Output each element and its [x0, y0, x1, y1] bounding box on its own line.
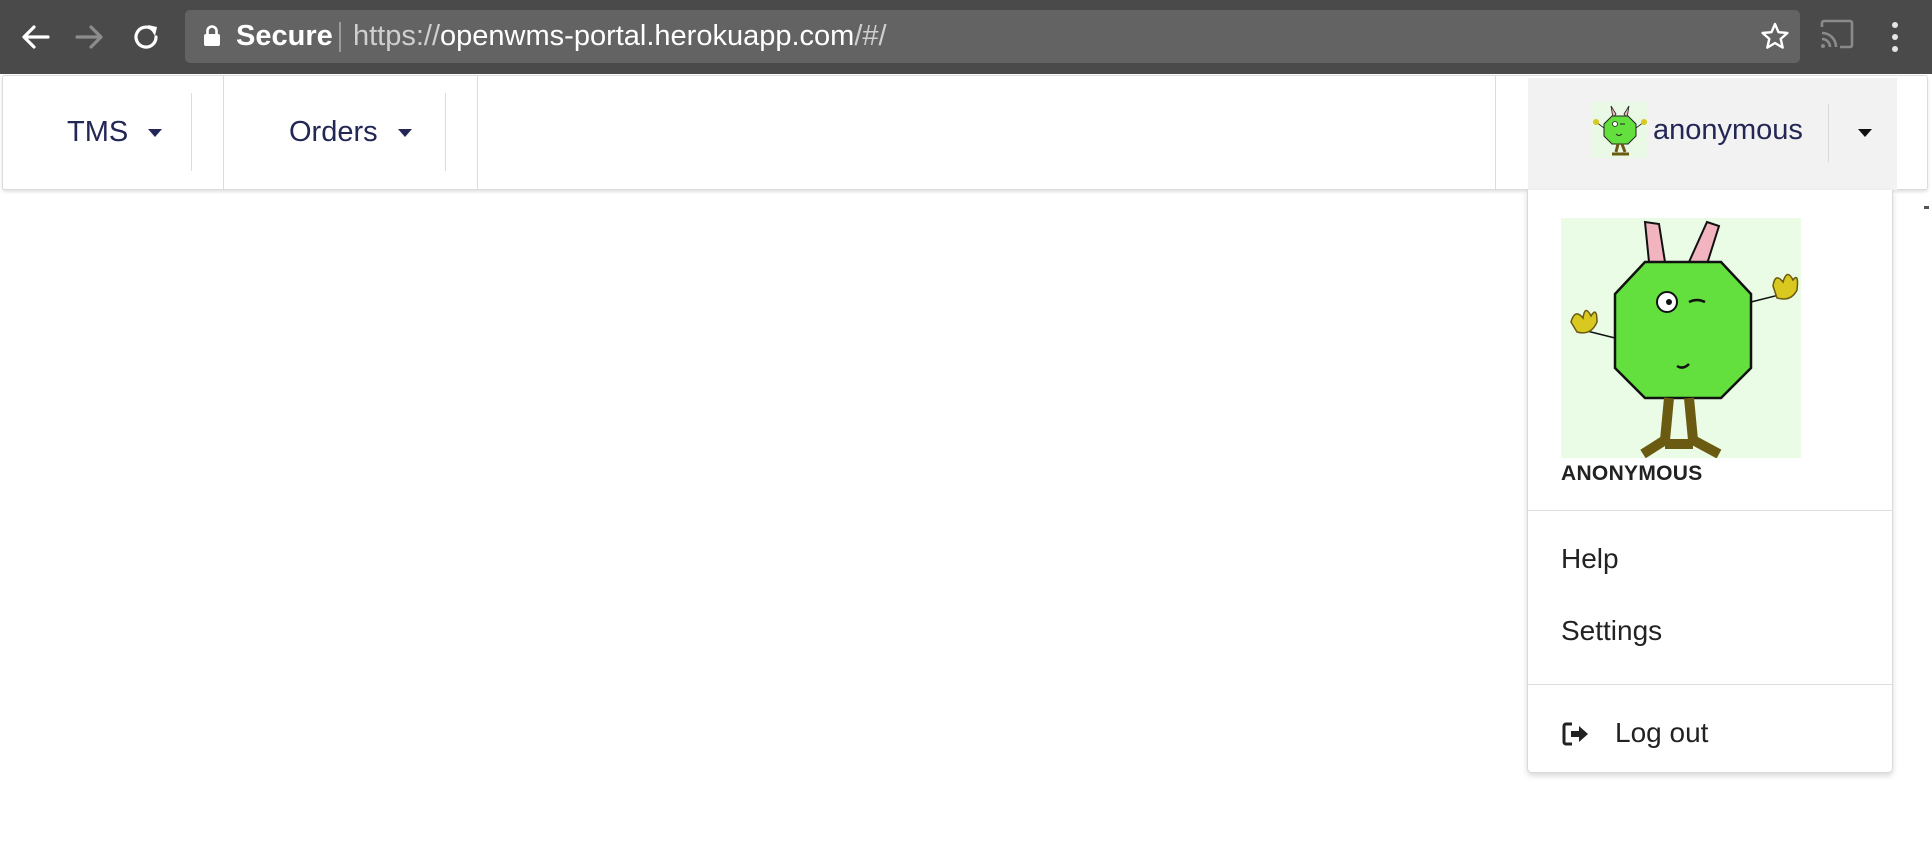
back-button[interactable]: [12, 12, 58, 62]
browser-toolbar: Secure https://openwms-portal.herokuapp.…: [0, 0, 1932, 74]
url-host: openwms-portal.herokuapp.com: [440, 20, 855, 52]
nav-menu-orders[interactable]: Orders: [289, 76, 412, 189]
secure-label: Secure: [236, 20, 333, 52]
more-vert-icon[interactable]: [1880, 14, 1910, 60]
forward-arrow-icon: [75, 25, 103, 49]
user-display-name: ANONYMOUS: [1561, 462, 1703, 485]
reload-icon: [134, 25, 158, 49]
avatar: [1561, 218, 1801, 458]
overflow-marker: [1924, 206, 1929, 209]
sign-out-icon: [1562, 722, 1588, 746]
nav-divider: [223, 76, 224, 189]
nav-divider: [445, 93, 446, 171]
nav-divider: [1495, 76, 1496, 189]
nav-menu-orders-label: Orders: [289, 116, 378, 148]
url-text[interactable]: https://openwms-portal.herokuapp.com/#/: [353, 20, 887, 53]
forward-button[interactable]: [67, 12, 113, 62]
url-path: /#/: [854, 20, 887, 52]
app-navbar: TMS Orders anonymous: [2, 75, 1929, 209]
nav-divider: [191, 93, 192, 171]
url-scheme: https://: [353, 20, 441, 52]
avatar: [1592, 102, 1648, 158]
reload-button[interactable]: [124, 12, 170, 62]
caret-down-icon: [397, 128, 412, 137]
address-separator: [339, 22, 341, 52]
cast-icon[interactable]: [1819, 19, 1855, 49]
nav-menu-tms[interactable]: TMS: [67, 76, 163, 189]
nav-menu-tms-label: TMS: [67, 116, 129, 148]
nav-divider: [477, 76, 478, 189]
star-icon[interactable]: [1760, 21, 1790, 51]
user-dropdown-menu: ANONYMOUS Help Settings Log out: [1527, 190, 1893, 773]
back-arrow-icon: [22, 25, 50, 49]
menu-item-logout[interactable]: Log out: [1615, 717, 1708, 749]
caret-down-icon[interactable]: [1858, 129, 1872, 137]
menu-divider: [1528, 510, 1892, 511]
caret-down-icon: [148, 128, 163, 137]
menu-item-settings[interactable]: Settings: [1561, 615, 1662, 647]
user-name: anonymous: [1653, 114, 1803, 146]
menu-item-help[interactable]: Help: [1561, 543, 1619, 575]
address-bar[interactable]: Secure https://openwms-portal.herokuapp.…: [185, 10, 1800, 63]
user-menu-toggle[interactable]: anonymous: [1528, 78, 1897, 190]
lock-icon: [204, 25, 220, 46]
menu-divider: [1528, 684, 1892, 685]
user-menu-separator: [1828, 104, 1829, 162]
